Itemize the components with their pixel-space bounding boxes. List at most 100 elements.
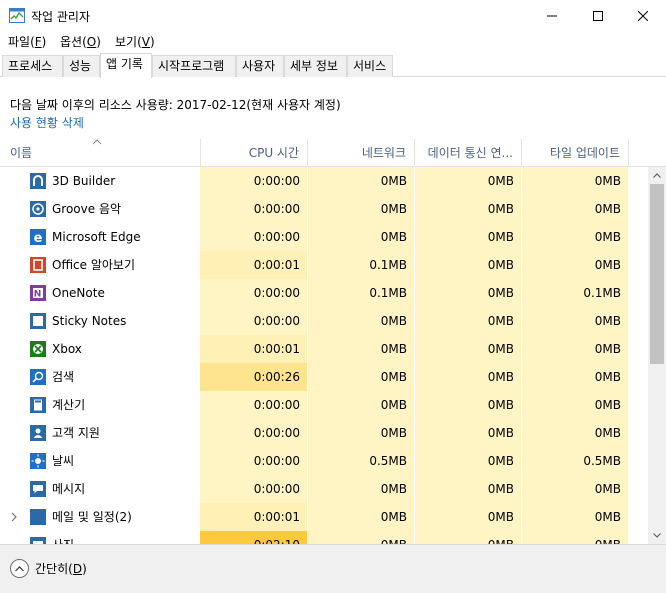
tab-processes[interactable]: 프로세스 xyxy=(2,55,63,77)
chevron-right-icon[interactable] xyxy=(10,512,18,522)
close-button[interactable] xyxy=(620,0,666,31)
tile-updates-cell: 0.5MB xyxy=(521,447,628,475)
column-header-network[interactable]: 네트워크 xyxy=(307,139,414,167)
metered-network-cell: 0MB xyxy=(414,335,521,363)
table-row[interactable]: Sticky Notes 0:00:00 0MB 0MB 0MB xyxy=(0,307,648,335)
metered-network-cell: 0MB xyxy=(414,531,521,544)
chevron-up-icon xyxy=(653,173,661,178)
tab-startup[interactable]: 시작프로그램 xyxy=(152,55,236,77)
column-header-metered-network[interactable]: 데이터 통신 연... xyxy=(414,139,521,167)
column-header-cpu-time[interactable]: CPU 시간 xyxy=(200,139,307,167)
column-header-tile-updates[interactable]: 타일 업데이트 xyxy=(521,139,628,167)
app-name-cell: N OneNote xyxy=(0,279,200,307)
maximize-button[interactable] xyxy=(575,0,621,31)
app-name-cell: 고객 지원 xyxy=(0,419,200,447)
tile-updates-cell: 0MB xyxy=(521,419,628,447)
weather-icon xyxy=(30,453,46,469)
table-row[interactable]: Groove 음악 0:00:00 0MB 0MB 0MB xyxy=(0,195,648,223)
tab-services[interactable]: 서비스 xyxy=(347,55,393,77)
scroll-up-button[interactable] xyxy=(648,167,666,184)
cpu-time-cell: 0:00:00 xyxy=(200,223,307,251)
app-name-cell: Groove 음악 xyxy=(0,195,200,223)
minimize-button[interactable] xyxy=(529,0,575,31)
app-history-list: 3D Builder 0:00:00 0MB 0MB 0MB Groove 음악 0:00:… xyxy=(0,167,648,544)
menu-options[interactable]: 옵션(O) xyxy=(60,33,101,50)
table-row[interactable]: 메시지 0:00:00 0MB 0MB 0MB xyxy=(0,475,648,503)
chevron-up-icon xyxy=(15,565,24,571)
title-bar: 작업 관리자 xyxy=(0,0,666,31)
cpu-time-cell: 0:00:00 xyxy=(200,391,307,419)
table-row[interactable]: 계산기 0:00:00 0MB 0MB 0MB xyxy=(0,391,648,419)
chevron-down-icon xyxy=(653,533,661,538)
metered-network-cell: 0MB xyxy=(414,447,521,475)
maximize-icon xyxy=(593,10,603,21)
app-name: 사진 xyxy=(52,531,74,544)
table-row[interactable]: 검색 0:00:26 0MB 0MB 0MB xyxy=(0,363,648,391)
metered-network-cell: 0MB xyxy=(414,223,521,251)
tab-details[interactable]: 세부 정보 xyxy=(284,55,347,77)
menu-file[interactable]: 파일(F) xyxy=(8,33,46,50)
tab-app-history[interactable]: 앱 기록 xyxy=(100,53,152,78)
app-name: 3D Builder xyxy=(52,174,116,188)
photos-icon xyxy=(30,537,46,544)
table-row[interactable]: N OneNote 0:00:00 0.1MB 0MB 0.1MB xyxy=(0,279,648,307)
tab-performance[interactable]: 성능 xyxy=(63,55,100,77)
network-cell: 0.5MB xyxy=(307,447,414,475)
scroll-down-button[interactable] xyxy=(648,527,666,544)
network-cell: 0MB xyxy=(307,195,414,223)
network-cell: 0MB xyxy=(307,419,414,447)
scroll-thumb[interactable] xyxy=(650,184,664,364)
table-row[interactable]: Office 알아보기 0:00:01 0.1MB 0MB 0MB xyxy=(0,251,648,279)
table-row[interactable]: Xbox 0:00:01 0MB 0MB 0MB xyxy=(0,335,648,363)
support-icon xyxy=(30,425,46,441)
cpu-time-cell: 0:00:00 xyxy=(200,279,307,307)
delete-usage-history-link[interactable]: 사용 현황 삭제 xyxy=(10,114,84,131)
cpu-time-cell: 0:00:00 xyxy=(200,307,307,335)
app-name-cell: 사진 xyxy=(0,531,200,544)
metered-network-cell: 0MB xyxy=(414,363,521,391)
table-row[interactable]: 날씨 0:00:00 0.5MB 0MB 0.5MB xyxy=(0,447,648,475)
network-cell: 0MB xyxy=(307,475,414,503)
tile-updates-cell: 0MB xyxy=(521,251,628,279)
table-row[interactable]: e Microsoft Edge 0:00:00 0MB 0MB 0MB xyxy=(0,223,648,251)
app-name-cell: 메일 및 일정(2) xyxy=(0,503,200,531)
sticky-notes-icon xyxy=(30,313,46,329)
metered-network-cell: 0MB xyxy=(414,475,521,503)
groove-music-icon xyxy=(30,201,46,217)
table-row[interactable]: 3D Builder 0:00:00 0MB 0MB 0MB xyxy=(0,167,648,195)
network-cell: 0MB xyxy=(307,503,414,531)
task-manager-icon xyxy=(9,8,25,23)
app-name: 검색 xyxy=(52,370,75,384)
app-name: 계산기 xyxy=(52,398,86,412)
tile-updates-cell: 0MB xyxy=(521,475,628,503)
cpu-time-cell: 0:00:00 xyxy=(200,475,307,503)
app-name: Groove 음악 xyxy=(52,202,122,216)
fewer-details-link[interactable]: 간단히(D) xyxy=(35,560,87,577)
menu-bar: 파일(F) 옵션(O) 보기(V) xyxy=(0,31,666,51)
window-title: 작업 관리자 xyxy=(31,10,91,24)
network-cell: 0MB xyxy=(307,335,414,363)
app-name-cell: e Microsoft Edge xyxy=(0,223,200,251)
vertical-scrollbar[interactable] xyxy=(648,167,666,544)
app-name: OneNote xyxy=(52,286,105,300)
network-cell: 0MB xyxy=(307,167,414,195)
app-name-cell: 3D Builder xyxy=(0,167,200,195)
fewer-details-button[interactable] xyxy=(10,559,29,578)
sort-ascending-icon xyxy=(92,139,102,145)
table-row[interactable]: 사진0:02:100MB0MB0MB xyxy=(0,531,648,544)
menu-view[interactable]: 보기(V) xyxy=(115,33,155,50)
metered-network-cell: 0MB xyxy=(414,503,521,531)
app-name-cell: 계산기 xyxy=(0,391,200,419)
tab-users[interactable]: 사용자 xyxy=(236,55,284,77)
tile-updates-cell: 0MB xyxy=(521,167,628,195)
tile-updates-cell: 0MB xyxy=(521,503,628,531)
table-row[interactable]: 메일 및 일정(2) 0:00:01 0MB 0MB 0MB xyxy=(0,503,648,531)
network-cell: 0MB xyxy=(307,307,414,335)
tile-updates-cell: 0MB xyxy=(521,307,628,335)
tile-updates-cell: 0MB xyxy=(521,391,628,419)
table-row[interactable]: 고객 지원 0:00:00 0MB 0MB 0MB xyxy=(0,419,648,447)
tile-updates-cell: 0.1MB xyxy=(521,279,628,307)
network-cell: 0MB xyxy=(307,531,414,544)
app-name: 메일 및 일정(2) xyxy=(52,510,132,524)
network-cell: 0MB xyxy=(307,223,414,251)
